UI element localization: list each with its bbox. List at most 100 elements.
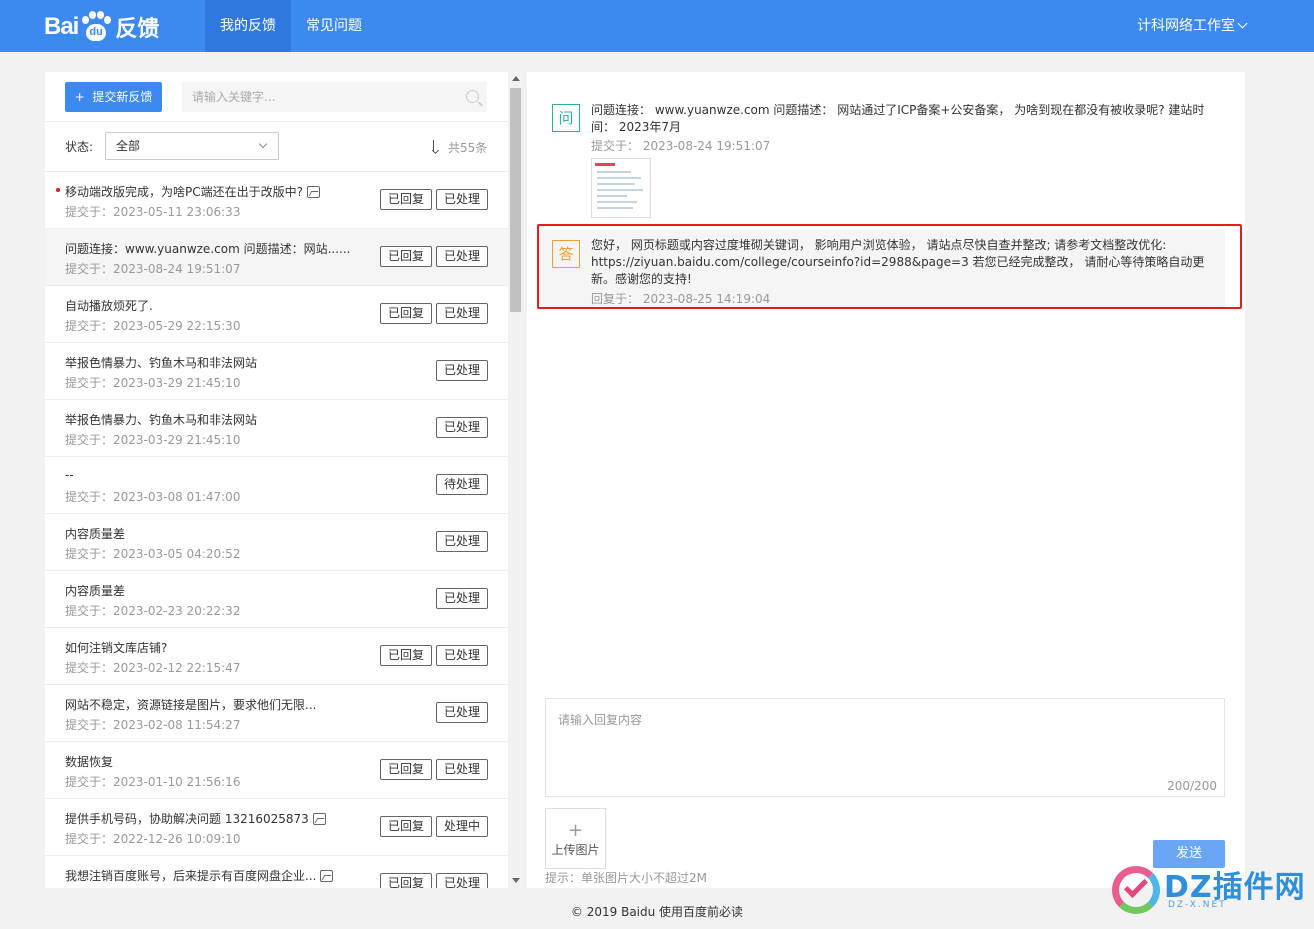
status-badge: 已处理 bbox=[435, 873, 488, 888]
logo-paw-text: du bbox=[89, 26, 103, 38]
status-tags: 已处理 bbox=[435, 531, 488, 552]
status-badge: 待处理 bbox=[435, 474, 488, 495]
status-badge: 已处理 bbox=[435, 645, 488, 666]
list-item[interactable]: 问题连接：www.yuanwze.com 问题描述：网站...... 提交于：20… bbox=[45, 229, 508, 286]
list-item-title: 内容质量差 bbox=[65, 582, 125, 599]
total-count: 共55条 bbox=[448, 141, 488, 155]
list-item-title: 提供手机号码，协助解决问题 13216025873 bbox=[65, 810, 326, 827]
answer-text: 您好， 网页标题或内容过度堆砌关键词， 影响用户浏览体验， 请站点尽快自查并整改… bbox=[591, 238, 1205, 286]
list-item-time: 提交于：2023-03-29 21:45:10 bbox=[65, 376, 241, 390]
status-value: 全部 bbox=[116, 139, 141, 153]
question-text: 问题连接： www.yuanwze.com 问题描述： 网站通过了ICP备案+公… bbox=[591, 103, 1205, 134]
status-badge: 已处理 bbox=[435, 759, 488, 780]
status-badge: 已处理 bbox=[435, 531, 488, 552]
status-label: 状态: bbox=[65, 140, 94, 154]
user-name: 计科网络工作室 bbox=[1137, 18, 1235, 34]
list-item-title-text: 举报色情暴力、钓鱼木马和非法网站 bbox=[65, 413, 258, 427]
list-item[interactable]: 提供手机号码，协助解决问题 13216025873 提交于：2022-12-26 … bbox=[45, 799, 508, 856]
attachment-thumbnail[interactable] bbox=[591, 158, 651, 218]
status-badge: 已回复 bbox=[379, 645, 432, 666]
list-item-title-text: 内容质量差 bbox=[65, 527, 126, 541]
status-badge: 已回复 bbox=[379, 303, 432, 324]
status-tags: 已处理 bbox=[435, 588, 488, 609]
chevron-down-icon bbox=[1237, 18, 1248, 29]
reply-input[interactable] bbox=[546, 699, 1224, 769]
tab-my-feedback[interactable]: 我的反馈 bbox=[205, 0, 291, 52]
list-item-title: 移动端改版完成，为啥PC端还在出于改版中? bbox=[65, 183, 320, 200]
list-item-title-text: 数据恢复 bbox=[65, 755, 114, 769]
user-menu[interactable]: 计科网络工作室 bbox=[1137, 0, 1248, 52]
divider bbox=[45, 121, 508, 122]
list-item-title-text: 自动播放烦死了. bbox=[65, 299, 153, 313]
list-item-time: 提交于：2023-02-12 22:15:47 bbox=[65, 661, 241, 675]
status-tags: 待处理 bbox=[435, 474, 488, 495]
status-badge: 已处理 bbox=[435, 246, 488, 267]
list-item[interactable]: 举报色情暴力、钓鱼木马和非法网站 提交于：2023-03-29 21:45:10 已… bbox=[45, 343, 508, 400]
list-item-time: 提交于：2023-03-05 04:20:52 bbox=[65, 547, 241, 561]
status-badge: 已回复 bbox=[379, 246, 432, 267]
list-item-time: 提交于：2023-03-29 21:45:10 bbox=[65, 433, 241, 447]
status-tags: 已回复 已处理 bbox=[379, 303, 488, 324]
status-badge: 已回复 bbox=[379, 759, 432, 780]
status-badge: 处理中 bbox=[435, 816, 488, 837]
status-tags: 已回复 已处理 bbox=[379, 645, 488, 666]
list-item-title-text: 问题连接：www.yuanwze.com 问题描述：网站...... bbox=[65, 242, 351, 256]
list-item[interactable]: 内容质量差提交于：2023-03-05 04:20:52 已处理 bbox=[45, 514, 508, 571]
status-badge: 已回复 bbox=[379, 189, 432, 210]
list-item-title-text: 举报色情暴力、钓鱼木马和非法网站 bbox=[65, 356, 258, 370]
search-box bbox=[182, 82, 487, 112]
list-item-title: 数据恢复 bbox=[65, 753, 113, 770]
list-item[interactable]: -- 提交于：2023-03-08 01:47:00 待处理 bbox=[45, 457, 508, 514]
list-item-title-text: 提供手机号码，协助解决问题 13216025873 bbox=[65, 812, 309, 826]
chevron-down-icon bbox=[258, 139, 268, 149]
sort-icon[interactable] bbox=[431, 140, 439, 154]
list-item[interactable]: 内容质量差 提交于：2023-02-23 20:22:32 已处理 bbox=[45, 571, 508, 628]
upload-image-button[interactable]: + 上传图片 bbox=[545, 808, 606, 869]
status-badge: 已处理 bbox=[435, 417, 488, 438]
list-item-time: 提交于：2023-05-29 22:15:30 bbox=[65, 319, 241, 333]
status-tags: 已回复 已处理 bbox=[379, 246, 488, 267]
status-tags: 已回复 已处理 bbox=[379, 759, 488, 780]
submit-feedback-button[interactable]: + 提交新反馈 bbox=[65, 82, 162, 112]
status-tags: 已回复 已处理 bbox=[379, 873, 488, 888]
status-select[interactable]: 全部 bbox=[105, 132, 279, 160]
scroll-down-icon[interactable] bbox=[512, 878, 520, 883]
list-scrollbar[interactable] bbox=[508, 72, 523, 888]
list-item-title: 内容质量差 bbox=[65, 525, 125, 542]
baidu-feedback-logo[interactable]: Bai du 反馈 bbox=[44, 8, 159, 46]
status-badge: 已回复 bbox=[379, 873, 432, 888]
list-item[interactable]: 自动播放烦死了. 提交于：2023-05-29 22:15:30 已回复 已处理 bbox=[45, 286, 508, 343]
scroll-up-icon[interactable] bbox=[512, 76, 520, 81]
status-badge: 已回复 bbox=[379, 816, 432, 837]
list-item[interactable]: 如何注销文库店铺? 提交于：2023-02-12 22:15:47 已回复 已处理 bbox=[45, 628, 508, 685]
image-icon bbox=[307, 186, 320, 198]
plus-icon: + bbox=[567, 820, 584, 841]
list-item-title: 举报色情暴力、钓鱼木马和非法网站 bbox=[65, 411, 257, 428]
list-item-time: 提交于：2023-02-08 11:54:27 bbox=[65, 718, 241, 732]
tab-faq[interactable]: 常见问题 bbox=[291, 0, 377, 52]
paw-icon: du bbox=[79, 10, 113, 44]
list-item-title-text: 我想注销百度账号，后来提示有百度网盘企业... bbox=[65, 869, 317, 883]
status-badge: 已处理 bbox=[435, 588, 488, 609]
status-badge: 已处理 bbox=[435, 360, 488, 381]
logo-suffix: 反馈 bbox=[115, 17, 160, 42]
reply-box: 200/200 bbox=[545, 698, 1225, 797]
list-item[interactable]: 数据恢复 提交于：2023-01-10 21:56:16 已回复 已处理 bbox=[45, 742, 508, 799]
logo-text: Bai bbox=[44, 13, 79, 40]
list-item[interactable]: 我想注销百度账号，后来提示有百度网盘企业... 已回复 已处理 bbox=[45, 856, 508, 888]
list-item[interactable]: 举报色情暴力、钓鱼木马和非法网站 提交于：2023-03-29 21:45:10 已… bbox=[45, 400, 508, 457]
search-icon[interactable] bbox=[466, 90, 479, 103]
status-tags: 已处理 bbox=[435, 360, 488, 381]
list-item-title-text: 移动端改版完成，为啥PC端还在出于改版中? bbox=[65, 185, 303, 199]
list-item-title-text: -- bbox=[65, 468, 74, 482]
status-badge: 已处理 bbox=[435, 189, 488, 210]
list-item-title-text: 网站不稳定，资源链接是图片，要求他们无限... bbox=[65, 698, 317, 712]
list-item[interactable]: 移动端改版完成，为啥PC端还在出于改版中? 提交于：2023-05-11 23:0… bbox=[45, 172, 508, 229]
list-item-time: 提交于：2022-12-26 10:09:10 bbox=[65, 832, 241, 846]
list-item-time: 提交于：2023-03-08 01:47:00 bbox=[65, 490, 241, 504]
scroll-thumb[interactable] bbox=[510, 88, 521, 312]
list-item[interactable]: 网站不稳定，资源链接是图片，要求他们无限... 提交于：2023-02-08 11… bbox=[45, 685, 508, 742]
search-input[interactable] bbox=[182, 82, 452, 112]
status-tags: 已处理 bbox=[435, 702, 488, 723]
list-item-title: 举报色情暴力、钓鱼木马和非法网站 bbox=[65, 354, 257, 371]
